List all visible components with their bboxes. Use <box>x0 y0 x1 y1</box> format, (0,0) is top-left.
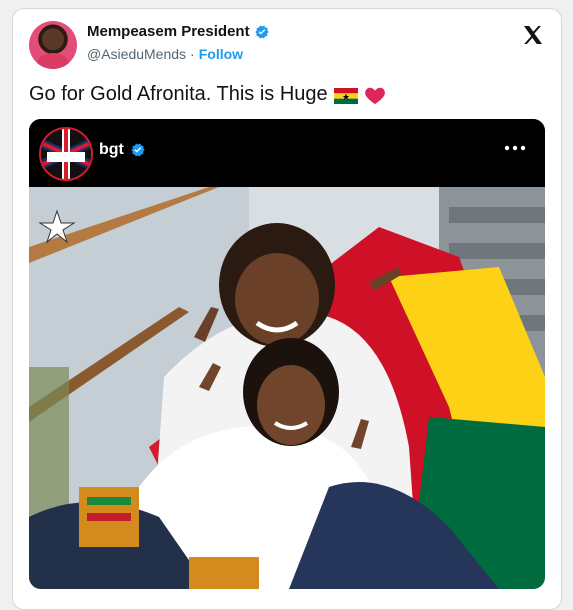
author-info: Mempeasem President @AsieduMends · Follo… <box>87 23 270 62</box>
embed-photo[interactable] <box>29 187 545 589</box>
author-handle[interactable]: @AsieduMends <box>87 46 186 62</box>
handle-line: @AsieduMends · Follow <box>87 46 270 62</box>
x-logo-icon[interactable] <box>521 23 545 47</box>
verified-badge-icon <box>254 25 269 38</box>
author-name[interactable]: Mempeasem President <box>87 23 270 40</box>
separator-dot: · <box>190 46 195 62</box>
bgt-logo[interactable] <box>39 127 93 181</box>
bgt-account[interactable]: bgt <box>99 141 146 159</box>
author-name-text[interactable]: Mempeasem President <box>87 23 250 40</box>
ghana-flag-icon <box>333 87 358 104</box>
red-heart-icon <box>364 87 385 104</box>
embed-header: bgt <box>29 119 545 187</box>
tweet-header: Mempeasem President @AsieduMends · Follo… <box>29 21 545 73</box>
tweet-text-content: Go for Gold Afronita. This is Huge <box>29 83 328 105</box>
more-dots-icon[interactable] <box>503 141 527 155</box>
tweet-card: Mempeasem President @AsieduMends · Follo… <box>12 8 562 610</box>
profile-avatar[interactable] <box>29 21 77 69</box>
embedded-instagram-post[interactable]: bgt <box>29 119 545 589</box>
bgt-account-name[interactable]: bgt <box>99 141 124 159</box>
verified-badge-icon <box>131 143 145 157</box>
follow-button[interactable]: Follow <box>199 46 243 62</box>
tweet-text: Go for Gold Afronita. This is Huge <box>29 83 386 106</box>
